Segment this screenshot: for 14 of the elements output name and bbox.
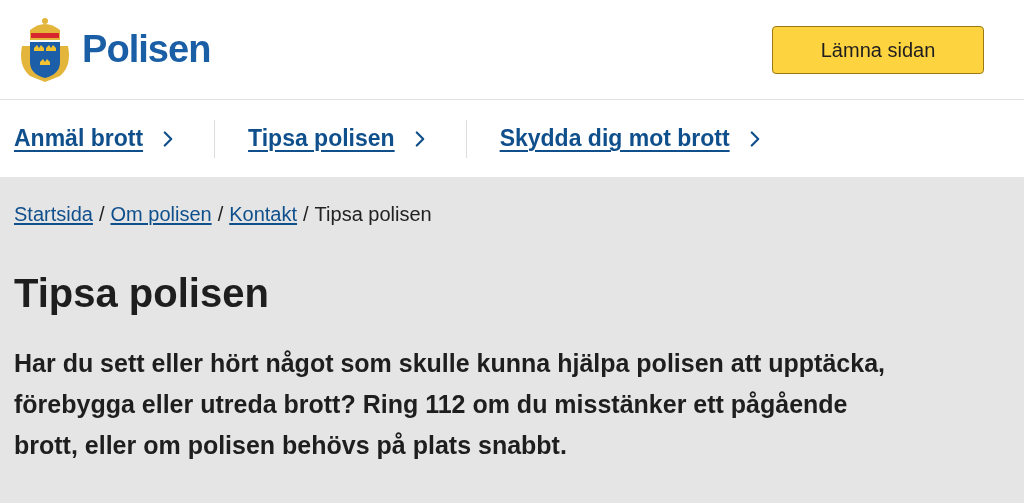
- breadcrumb-separator: /: [98, 202, 105, 227]
- breadcrumb-link[interactable]: Kontakt: [229, 199, 298, 229]
- page-title: Tipsa polisen: [14, 270, 270, 317]
- leave-page-button[interactable]: Lämna sidan: [772, 25, 984, 74]
- intro-paragraph: Har du sett eller hört något som skulle kunna hjälpa polisen att upptäcka, förebygga eller utreda brott? Ring 112 om du misstänker ett pågående brott, eller om polisen behövs på plats snabbt.: [14, 348, 886, 461]
- breadcrumb-current: Tipsa polisen: [314, 202, 432, 227]
- breadcrumb-separator: /: [303, 202, 309, 227]
- breadcrumb-separator: /: [217, 202, 224, 227]
- nav-link[interactable]: Skydda dig mot brott: [499, 121, 768, 156]
- nav-link[interactable]: Tipsa polisen: [248, 121, 433, 156]
- logo-text: Polisen: [82, 27, 211, 72]
- breadcrumb-link[interactable]: Om polisen: [110, 199, 212, 229]
- nav-link[interactable]: Anmäl brott: [14, 121, 182, 156]
- breadcrumb-link[interactable]: Startsida: [14, 199, 93, 229]
